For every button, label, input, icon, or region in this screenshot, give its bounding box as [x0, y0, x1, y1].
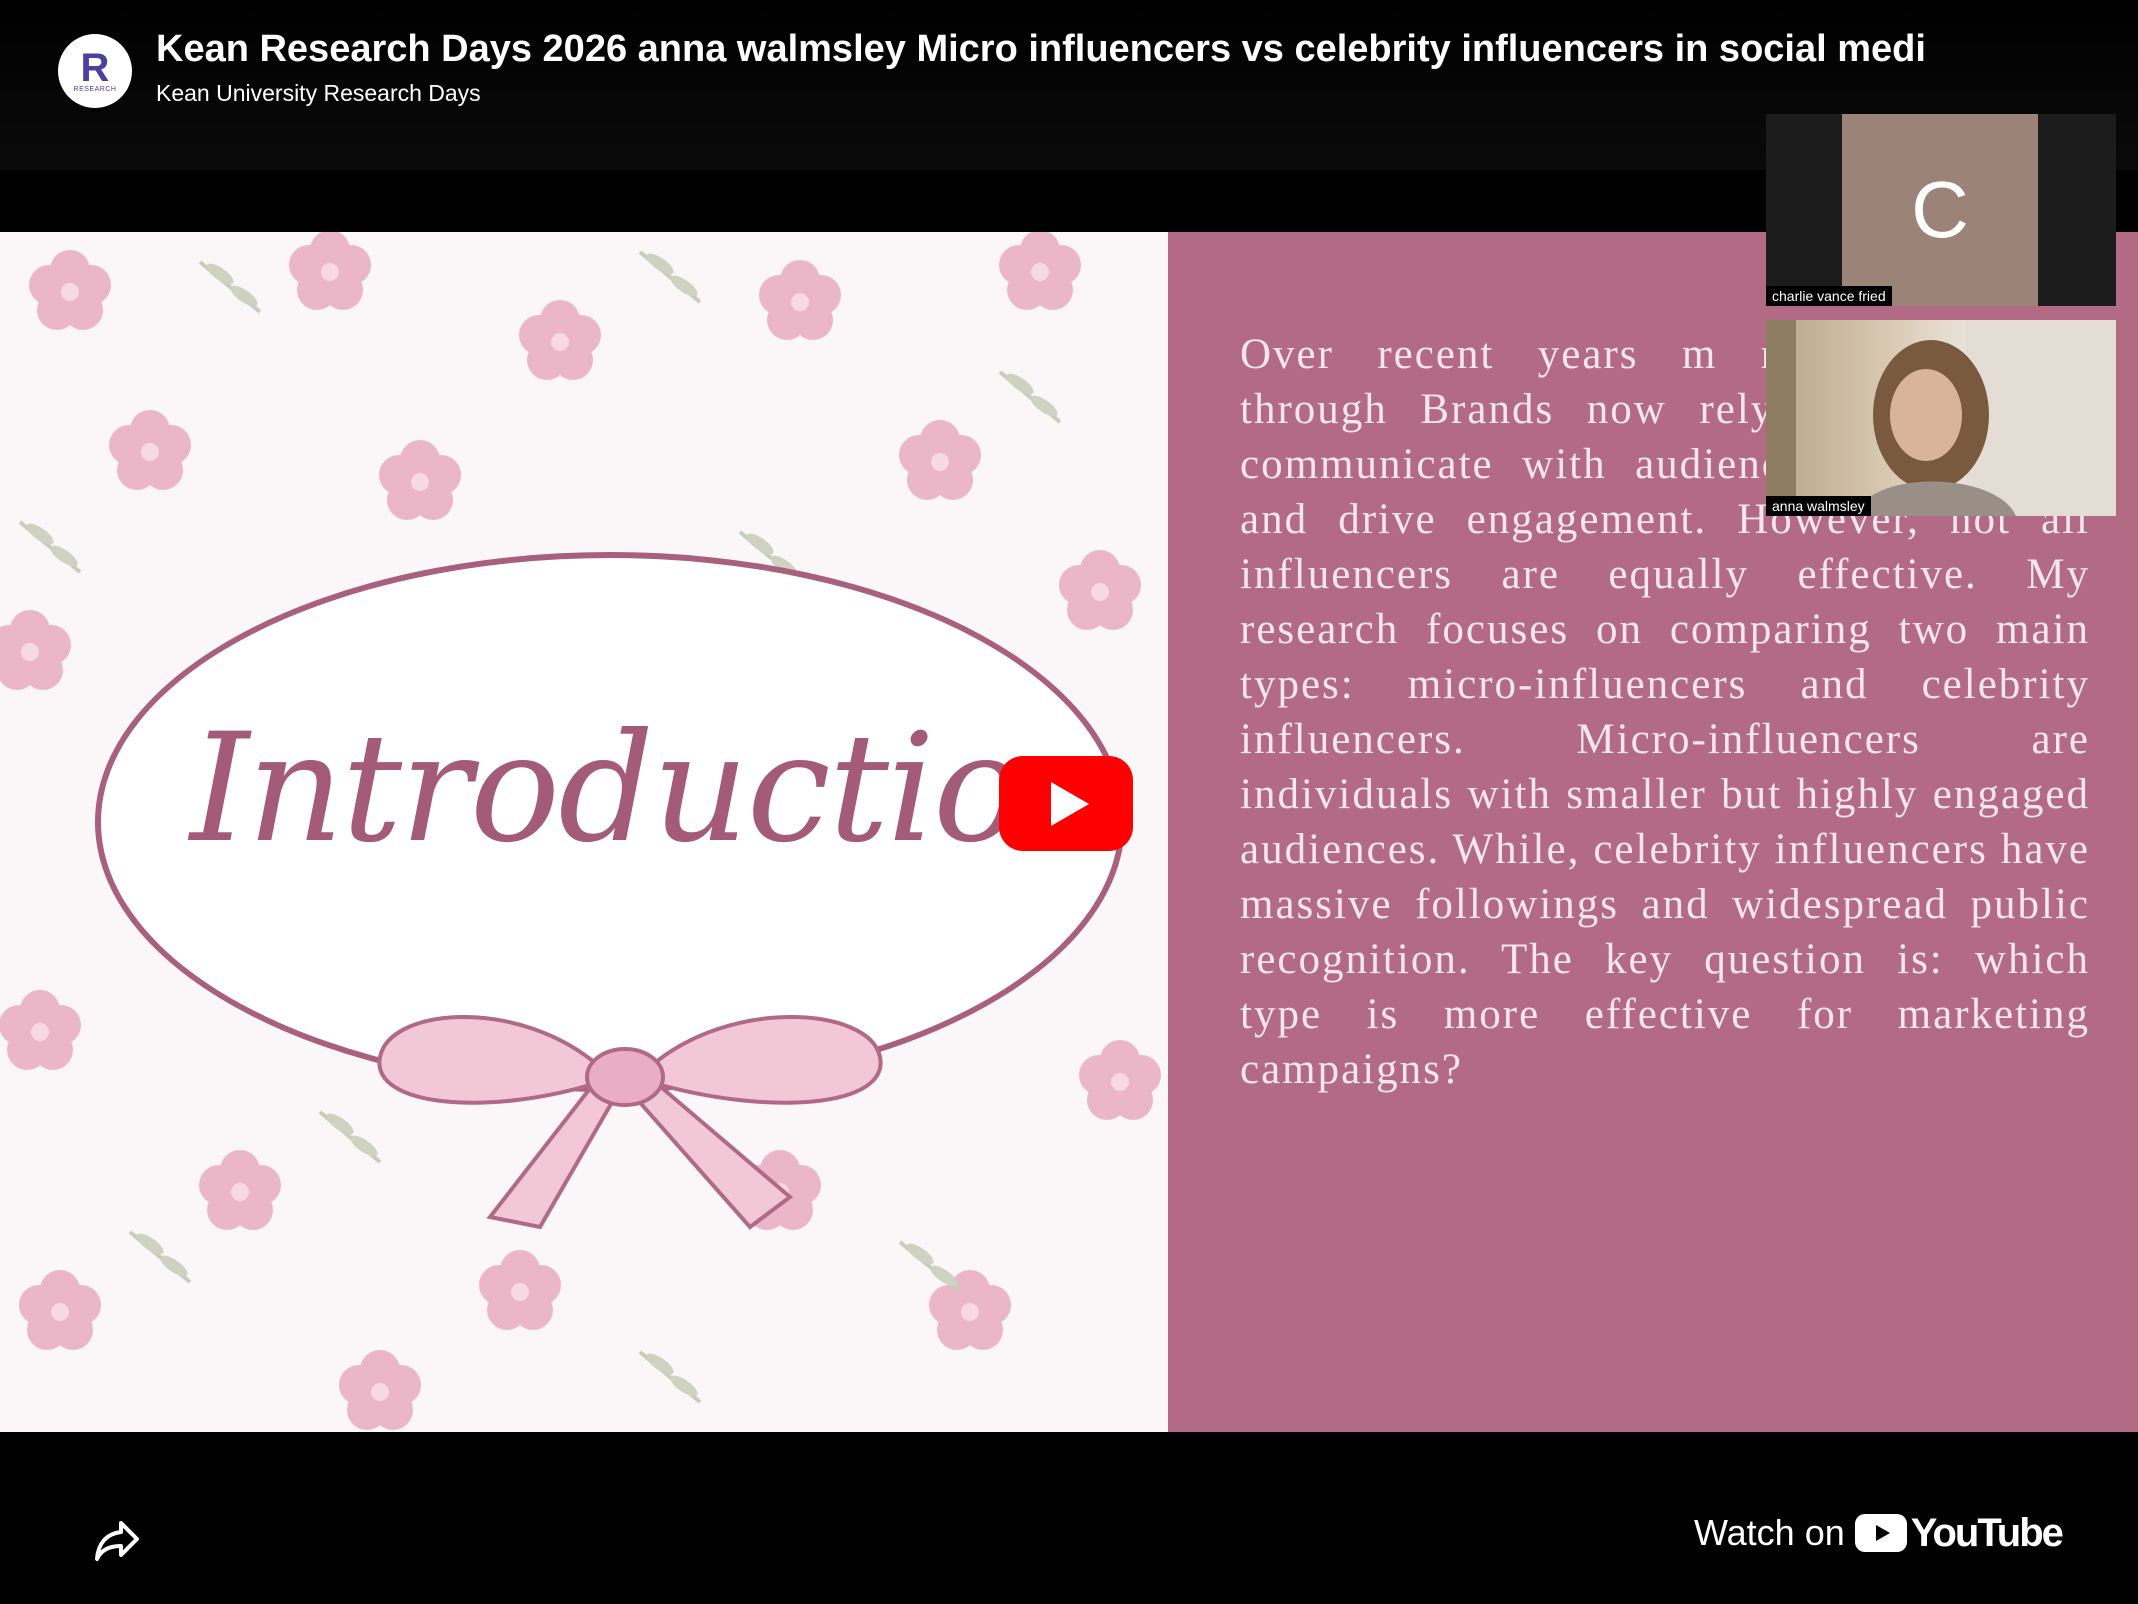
participant-video	[1766, 320, 2116, 516]
play-icon	[1051, 781, 1089, 826]
share-icon	[95, 1521, 139, 1561]
channel-avatar[interactable]: R RESEARCH	[58, 34, 132, 108]
share-button[interactable]	[84, 1508, 150, 1574]
channel-logo-caption: RESEARCH	[73, 85, 117, 93]
participant-tile-charlie: C charlie vance fried	[1766, 114, 2116, 306]
participant-name-tag: anna walmsley	[1766, 496, 1871, 516]
participant-initial: C	[1911, 165, 1969, 254]
ribbon-bow	[377, 1015, 883, 1230]
video-player[interactable]: R RESEARCH Kean Research Days 2026 anna …	[0, 0, 2138, 1604]
participant-name-tag: charlie vance fried	[1766, 286, 1892, 306]
slide-heading: Introduction	[190, 702, 1118, 876]
participant-tile-anna: anna walmsley	[1766, 320, 2116, 516]
video-title[interactable]: Kean Research Days 2026 anna walmsley Mi…	[156, 28, 1926, 71]
youtube-logo: YouTube	[1854, 1510, 2064, 1556]
watch-on-youtube-link[interactable]: Watch on YouTube	[1694, 1508, 2064, 1558]
slide-left-panel: Introduction	[0, 232, 1168, 1432]
channel-name[interactable]: Kean University Research Days	[156, 80, 481, 107]
youtube-wordmark: YouTube	[1910, 1510, 2064, 1555]
watch-on-label: Watch on	[1694, 1512, 1845, 1553]
participant-avatar: C	[1842, 114, 2038, 306]
play-button[interactable]	[999, 756, 1133, 851]
channel-logo-letter: R	[80, 45, 110, 90]
youtube-play-icon	[1854, 1514, 1907, 1552]
